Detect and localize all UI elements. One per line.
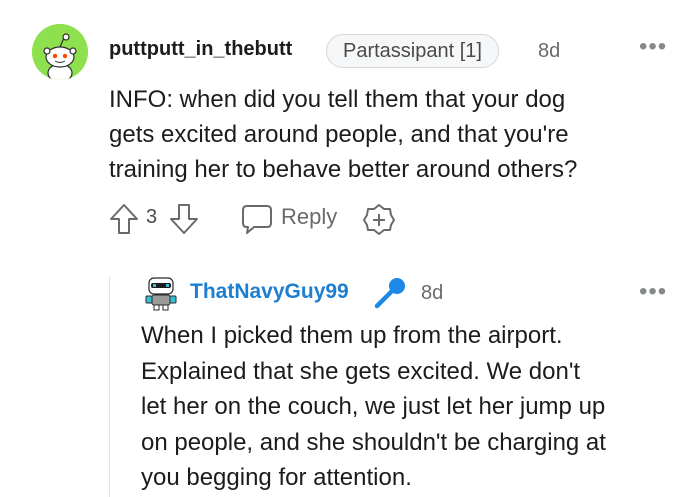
- reply-user-avatar[interactable]: [141, 272, 181, 312]
- upvote-arrow-icon[interactable]: [108, 202, 140, 236]
- downvote-arrow-icon[interactable]: [168, 202, 200, 236]
- reply-body-line: Explained that she gets excited. We don'…: [141, 357, 581, 385]
- reply-body: When I picked them up from the airport. …: [141, 318, 676, 496]
- chat-bubble-icon[interactable]: [240, 203, 274, 235]
- reply-body-line: you begging for attention.: [141, 464, 412, 491]
- vote-count: 3: [146, 206, 158, 228]
- reply-body-line: When I picked them up from the airport.: [141, 322, 563, 349]
- reply-body-line: on people, and she shouldn't be charging…: [141, 428, 606, 456]
- award-plus-icon[interactable]: [363, 203, 395, 235]
- reply-username[interactable]: ThatNavyGuy99: [190, 280, 349, 304]
- thread-line[interactable]: [109, 276, 110, 497]
- user-flair-badge: Partassipant [1]: [326, 34, 499, 68]
- comment-timestamp: 8d: [538, 40, 561, 62]
- more-options-icon[interactable]: •••: [639, 35, 667, 59]
- comment-body-line: INFO: when did you tell them that your d…: [109, 86, 566, 113]
- reply-button[interactable]: Reply: [281, 204, 337, 230]
- microphone-icon: [374, 278, 405, 309]
- snoo-avatar-icon: [32, 24, 88, 80]
- robot-avatar-icon: [141, 272, 181, 312]
- comment-body: INFO: when did you tell them that your d…: [109, 82, 669, 187]
- user-avatar[interactable]: [32, 24, 88, 80]
- reply-more-options-icon[interactable]: •••: [639, 280, 667, 304]
- reply-body-line: let her on the couch, we just let her ju…: [141, 393, 606, 420]
- reply-timestamp: 8d: [421, 282, 444, 304]
- comment-username[interactable]: puttputt_in_thebutt: [109, 38, 292, 61]
- comment-body-line: training her to behave better around oth…: [109, 156, 578, 183]
- comment-body-line: gets excited around people, and that you…: [109, 121, 569, 148]
